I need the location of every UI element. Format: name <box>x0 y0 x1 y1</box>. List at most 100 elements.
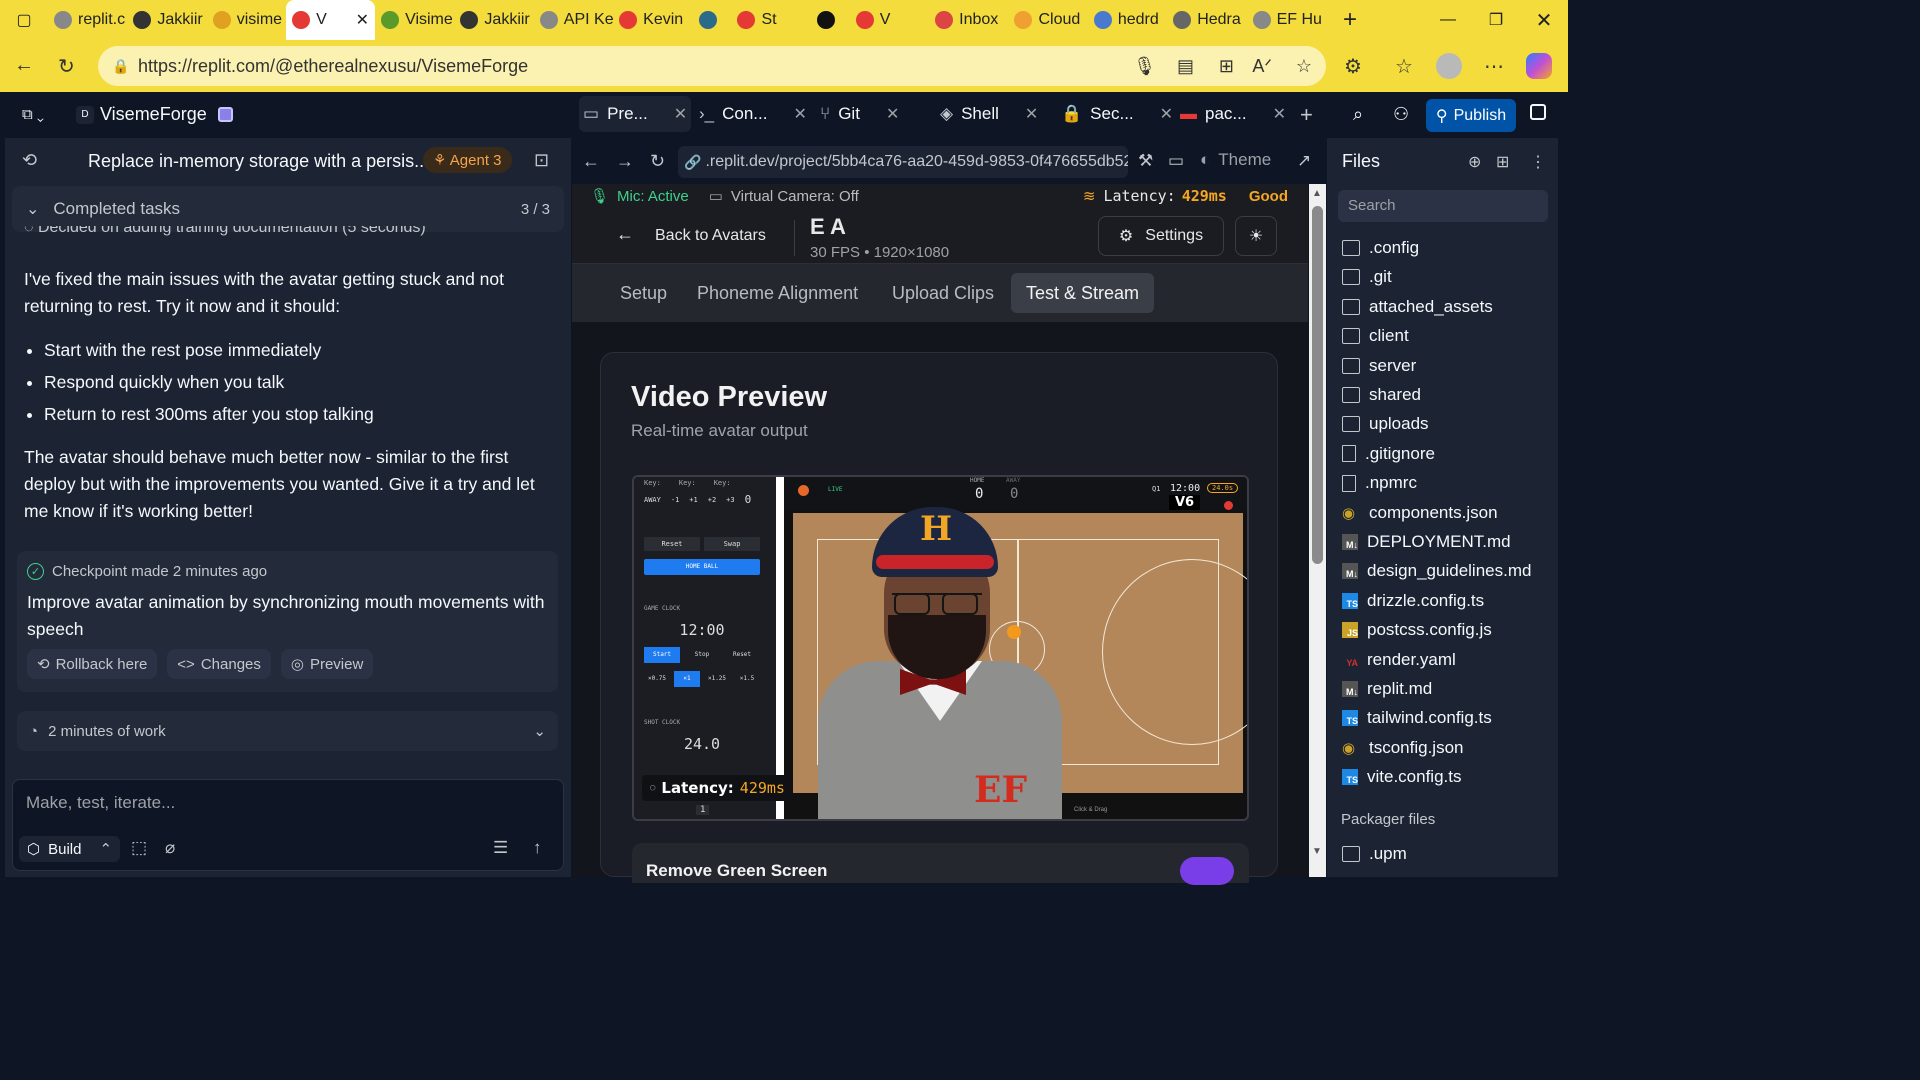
home-ball-button[interactable]: HOME BALL <box>644 559 760 575</box>
close-tab-icon[interactable]: ✕ <box>674 104 687 124</box>
tab-actions-icon[interactable]: ▢ <box>0 0 48 40</box>
close-tab-icon[interactable]: ✕ <box>356 10 369 30</box>
step-button[interactable]: -1 <box>671 496 679 504</box>
apps-icon[interactable]: ⊞ <box>1219 56 1234 77</box>
close-tab-icon[interactable]: ✕ <box>1273 104 1286 124</box>
add-tab-icon[interactable]: + <box>1300 102 1313 128</box>
webview-back-icon[interactable]: ← <box>582 151 600 172</box>
settings-sliders-icon[interactable]: ☰ <box>493 838 508 858</box>
preview-scrollbar[interactable]: ▲ ▼ <box>1309 184 1326 877</box>
project-name[interactable]: VisemeForge <box>100 104 207 125</box>
changes-button[interactable]: <> Changes <box>167 649 271 679</box>
browser-tab[interactable]: hedrd <box>1088 0 1167 40</box>
workspace-tab[interactable]: ›_ Con... ✕ <box>699 96 807 132</box>
file-row[interactable]: .config <box>1342 234 1419 262</box>
browser-tab[interactable] <box>811 0 850 40</box>
workspace-tab[interactable]: ▬ pac... ✕ <box>1180 96 1286 132</box>
workspace-tab[interactable]: ▭ Pre... ✕ <box>579 96 692 132</box>
settings-button[interactable]: ⚙ Settings <box>1098 216 1224 256</box>
webview-url-field[interactable]: 🔗 .replit.dev/project/5bb4ca76-aa20-459d… <box>678 146 1128 178</box>
file-row[interactable]: M↓ design_guidelines.md <box>1342 557 1531 585</box>
speed-button[interactable]: ×0.75 <box>644 671 670 687</box>
rollback-button[interactable]: ⟲ Rollback here <box>27 649 158 679</box>
mic-icon[interactable]: 🎙 <box>1133 56 1156 77</box>
profile-avatar[interactable] <box>1436 53 1462 79</box>
favorite-star-icon[interactable]: ☆ <box>1296 56 1312 77</box>
file-row[interactable]: YA render.yaml <box>1342 646 1456 674</box>
file-row[interactable]: M↓ replit.md <box>1342 675 1432 703</box>
browser-tab[interactable]: V <box>850 0 929 40</box>
close-tab-icon[interactable]: ✕ <box>793 104 806 124</box>
new-folder-icon[interactable]: ⊞ <box>1496 152 1509 172</box>
browser-tab[interactable]: Inbox <box>929 0 1008 40</box>
browser-tab[interactable]: St <box>731 0 810 40</box>
close-tab-icon[interactable]: ✕ <box>886 104 899 124</box>
browser-tab[interactable]: replit.c <box>48 0 127 40</box>
browser-tab[interactable]: Kevin <box>613 0 692 40</box>
file-row[interactable]: M↓ DEPLOYMENT.md <box>1342 528 1511 556</box>
webview-reload-icon[interactable]: ↻ <box>650 151 665 172</box>
start-button[interactable]: Start <box>644 647 680 663</box>
send-arrow-icon[interactable]: ↑ <box>533 838 542 858</box>
copilot-icon[interactable] <box>1526 53 1552 79</box>
file-row[interactable]: server <box>1342 352 1416 380</box>
files-search-input[interactable]: Search <box>1338 190 1548 222</box>
extensions-icon[interactable]: ⚙ <box>1344 54 1362 79</box>
publish-button[interactable]: ⚲ Publish <box>1426 99 1516 132</box>
new-tab-button[interactable]: + <box>1326 0 1374 40</box>
file-row[interactable]: ◉ tsconfig.json <box>1342 734 1464 762</box>
work-duration-row[interactable]: ◔ 2 minutes of work ⌄ <box>17 711 558 751</box>
step-button[interactable]: +1 <box>689 496 697 504</box>
select-area-icon[interactable]: ⬚ <box>131 838 147 858</box>
new-chat-icon[interactable]: ⊡ <box>534 150 549 171</box>
file-row[interactable]: TS tailwind.config.ts <box>1342 704 1492 732</box>
read-aloud-icon[interactable]: Aᐟ <box>1252 56 1272 77</box>
scroll-up-icon[interactable]: ▲ <box>1312 188 1322 199</box>
more-icon[interactable]: ⋯ <box>1484 54 1504 79</box>
file-row[interactable]: JS postcss.config.js <box>1342 616 1492 644</box>
thread-title[interactable]: Replace in-memory storage with a persis.… <box>88 151 429 172</box>
reset-clock-button[interactable]: Reset <box>724 647 760 663</box>
file-row[interactable]: .git <box>1342 263 1392 291</box>
file-row[interactable]: TS vite.config.ts <box>1342 763 1462 791</box>
scroll-down-icon[interactable]: ▼ <box>1312 846 1322 857</box>
file-row[interactable]: .upm <box>1342 840 1407 868</box>
app-nav-tab[interactable]: Test & Stream <box>1011 273 1155 313</box>
browser-tab[interactable] <box>693 0 732 40</box>
preview-button[interactable]: ◎ Preview <box>280 649 374 679</box>
speed-button[interactable]: ×1.5 <box>734 671 760 687</box>
back-to-avatars[interactable]: Back to Avatars <box>655 227 766 245</box>
new-file-icon[interactable]: ⊕ <box>1468 152 1481 172</box>
browser-tab[interactable]: Hedra <box>1167 0 1246 40</box>
minimize-button[interactable]: — <box>1424 0 1472 40</box>
toggle-panel-icon[interactable] <box>1530 104 1546 120</box>
restore-button[interactable]: ❐ <box>1472 0 1520 40</box>
browser-tab[interactable]: API Ke <box>534 0 613 40</box>
green-screen-toggle[interactable] <box>1180 857 1234 885</box>
reset-button[interactable]: Reset <box>644 537 700 551</box>
agent-input-box[interactable]: Make, test, iterate... ⬡ Build ⌃ ⬚ ⌀ ☰ ↑ <box>12 779 564 871</box>
close-tab-icon[interactable]: ✕ <box>1025 104 1038 124</box>
browser-tab[interactable]: visime <box>207 0 286 40</box>
step-button[interactable]: +3 <box>726 496 734 504</box>
stop-button[interactable]: Stop <box>684 647 720 663</box>
file-row[interactable]: uploads <box>1342 410 1429 438</box>
webview-forward-icon[interactable]: → <box>616 151 634 172</box>
file-row[interactable]: TS drizzle.config.ts <box>1342 587 1484 615</box>
back-icon[interactable]: ← <box>14 54 34 77</box>
file-row[interactable]: .npmrc <box>1342 469 1417 497</box>
app-nav-tab[interactable]: Upload Clips <box>880 273 1006 313</box>
file-row[interactable]: shared <box>1342 381 1421 409</box>
refresh-icon[interactable]: ↻ <box>58 54 75 79</box>
build-mode-button[interactable]: ⬡ Build ⌃ <box>19 836 121 862</box>
browser-tab[interactable]: Jakkiir <box>454 0 533 40</box>
browser-tab[interactable]: Visime <box>375 0 454 40</box>
file-row[interactable]: client <box>1342 322 1409 350</box>
speed-button[interactable]: ×1 <box>674 671 700 687</box>
files-menu-icon[interactable]: ⋮ <box>1530 152 1546 172</box>
search-icon[interactable]: ⌕ <box>1353 104 1363 125</box>
history-icon[interactable]: ⟲ <box>22 150 37 171</box>
device-icon[interactable]: ▭ <box>1168 151 1184 171</box>
attach-icon[interactable]: ⌀ <box>165 838 175 858</box>
address-bar[interactable]: 🔒 https://replit.com/@etherealnexusu/Vis… <box>98 46 1326 86</box>
